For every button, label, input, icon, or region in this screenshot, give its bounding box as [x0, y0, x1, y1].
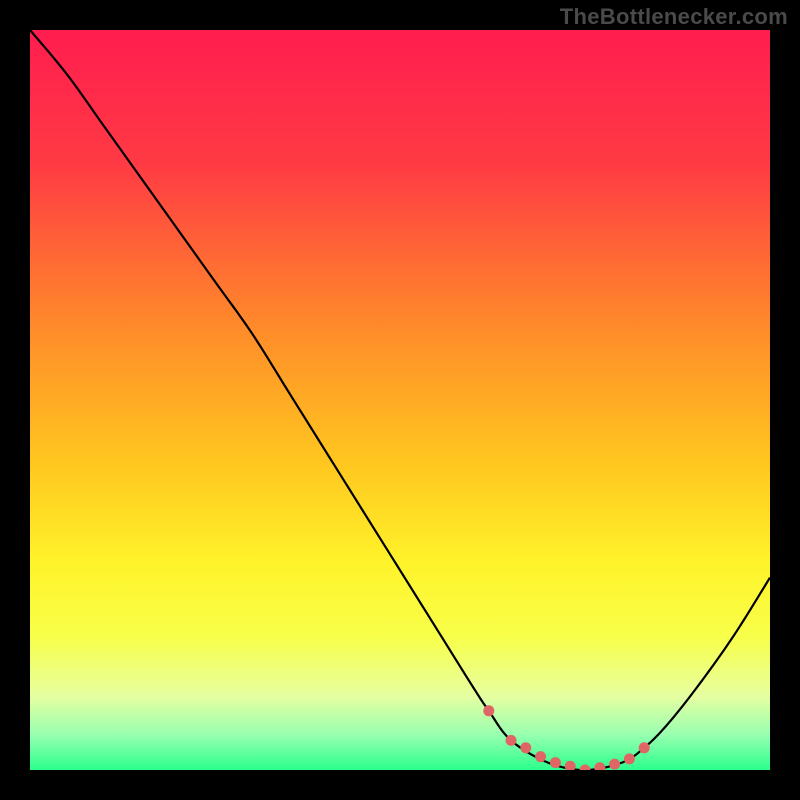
marker-dot [506, 735, 517, 746]
chart-svg [30, 30, 770, 770]
marker-dot [550, 757, 561, 768]
marker-dot [609, 759, 620, 770]
marker-dot [483, 705, 494, 716]
marker-dot [639, 742, 650, 753]
chart-container: TheBottlenecker.com [0, 0, 800, 800]
attribution-label: TheBottlenecker.com [560, 4, 788, 30]
marker-dot [520, 742, 531, 753]
marker-dot [535, 751, 546, 762]
marker-dot [624, 753, 635, 764]
gradient-background [30, 30, 770, 770]
plot-area [30, 30, 770, 770]
